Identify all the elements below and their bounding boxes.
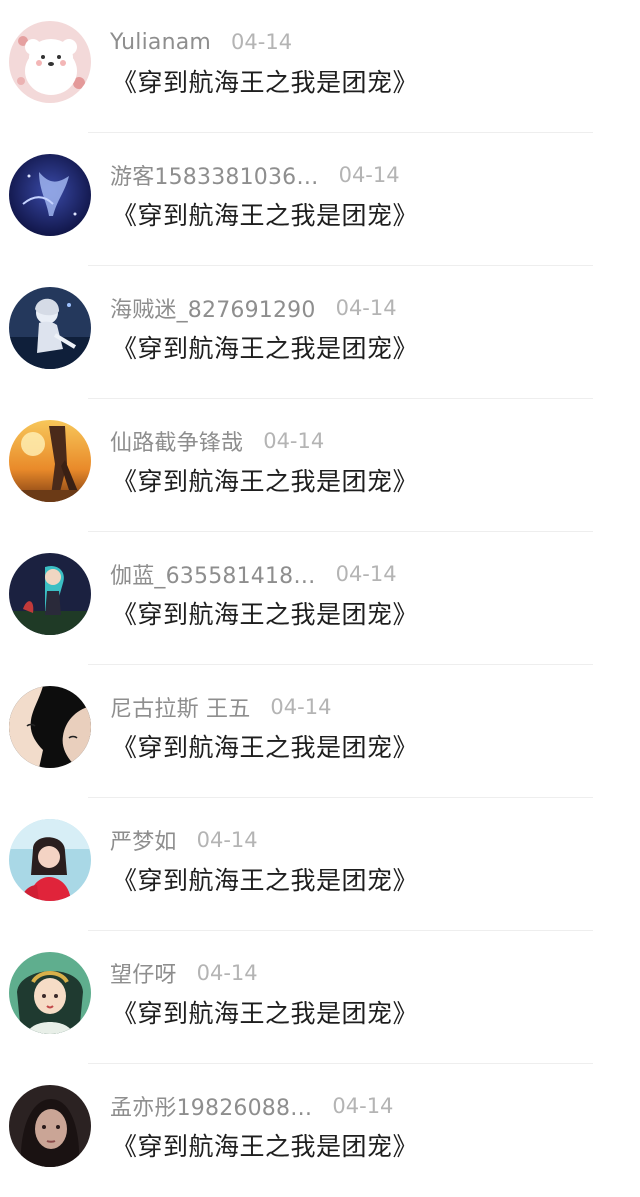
username[interactable]: 海贼迷_827691290 — [110, 292, 316, 324]
avatar[interactable] — [9, 420, 91, 502]
girl-photo-icon — [9, 819, 91, 901]
comment-text: 《穿到航海王之我是团宠》 — [112, 600, 419, 629]
comment-list: Yulianam 04-14 《穿到航海王之我是团宠》 游客1583381036… — [0, 0, 640, 1195]
comment-text: 《穿到航海王之我是团宠》 — [112, 334, 419, 363]
comment-text: 《穿到航海王之我是团宠》 — [112, 467, 419, 496]
comment-date: 04-14 — [335, 296, 397, 320]
comment-date: 04-14 — [332, 1094, 394, 1118]
username[interactable]: 尼古拉斯 王五 — [110, 691, 250, 723]
avatar[interactable] — [9, 287, 91, 369]
comment-item[interactable]: 孟亦彤19826088… 04-14 《穿到航海王之我是团宠》 — [0, 1064, 640, 1197]
comment-text: 《穿到航海王之我是团宠》 — [112, 999, 419, 1028]
comment-date: 04-14 — [263, 429, 325, 453]
avatar[interactable] — [9, 952, 91, 1034]
comment-text: 《穿到航海王之我是团宠》 — [112, 866, 419, 895]
username[interactable]: 游客1583381036… — [110, 159, 319, 191]
anime-dark-icon — [9, 553, 91, 635]
comment-date: 04-14 — [270, 695, 332, 719]
illustrated-lady-icon — [9, 952, 91, 1034]
username[interactable]: 严梦如 — [110, 824, 177, 856]
dark-blue-figure-icon — [9, 154, 91, 236]
avatar[interactable] — [9, 553, 91, 635]
avatar[interactable] — [9, 819, 91, 901]
avatar[interactable] — [9, 154, 91, 236]
comment-date: 04-14 — [338, 163, 400, 187]
username[interactable]: 伽蓝_635581418… — [110, 558, 316, 590]
polar-bear-icon — [9, 21, 91, 103]
dark-portrait-icon — [9, 1085, 91, 1167]
silhouette-profile-icon — [9, 686, 91, 768]
comment-item[interactable]: Yulianam 04-14 《穿到航海王之我是团宠》 — [0, 0, 640, 133]
sunset-figure-icon — [9, 420, 91, 502]
avatar[interactable] — [9, 686, 91, 768]
comment-item[interactable]: 严梦如 04-14 《穿到航海王之我是团宠》 — [0, 798, 640, 931]
comment-text: 《穿到航海王之我是团宠》 — [112, 201, 419, 230]
comment-text: 《穿到航海王之我是团宠》 — [112, 68, 419, 97]
comment-item[interactable]: 望仔呀 04-14 《穿到航海王之我是团宠》 — [0, 931, 640, 1064]
comment-item[interactable]: 游客1583381036… 04-14 《穿到航海王之我是团宠》 — [0, 133, 640, 266]
comment-date: 04-14 — [196, 828, 258, 852]
comment-item[interactable]: 仙路截争锋哉 04-14 《穿到航海王之我是团宠》 — [0, 399, 640, 532]
username[interactable]: 望仔呀 — [110, 957, 177, 989]
comment-item[interactable]: 尼古拉斯 王五 04-14 《穿到航海王之我是团宠》 — [0, 665, 640, 798]
comment-date: 04-14 — [196, 961, 258, 985]
username[interactable]: Yulianam — [110, 30, 211, 55]
comment-item[interactable]: 海贼迷_827691290 04-14 《穿到航海王之我是团宠》 — [0, 266, 640, 399]
comment-text: 《穿到航海王之我是团宠》 — [112, 733, 419, 762]
anime-girl-icon — [9, 287, 91, 369]
comment-text: 《穿到航海王之我是团宠》 — [112, 1132, 419, 1161]
comment-item[interactable]: 伽蓝_635581418… 04-14 《穿到航海王之我是团宠》 — [0, 532, 640, 665]
avatar[interactable] — [9, 1085, 91, 1167]
username[interactable]: 仙路截争锋哉 — [110, 425, 243, 457]
comment-date: 04-14 — [335, 562, 397, 586]
comment-date: 04-14 — [231, 30, 293, 54]
username[interactable]: 孟亦彤19826088… — [110, 1090, 312, 1122]
avatar[interactable] — [9, 21, 91, 103]
